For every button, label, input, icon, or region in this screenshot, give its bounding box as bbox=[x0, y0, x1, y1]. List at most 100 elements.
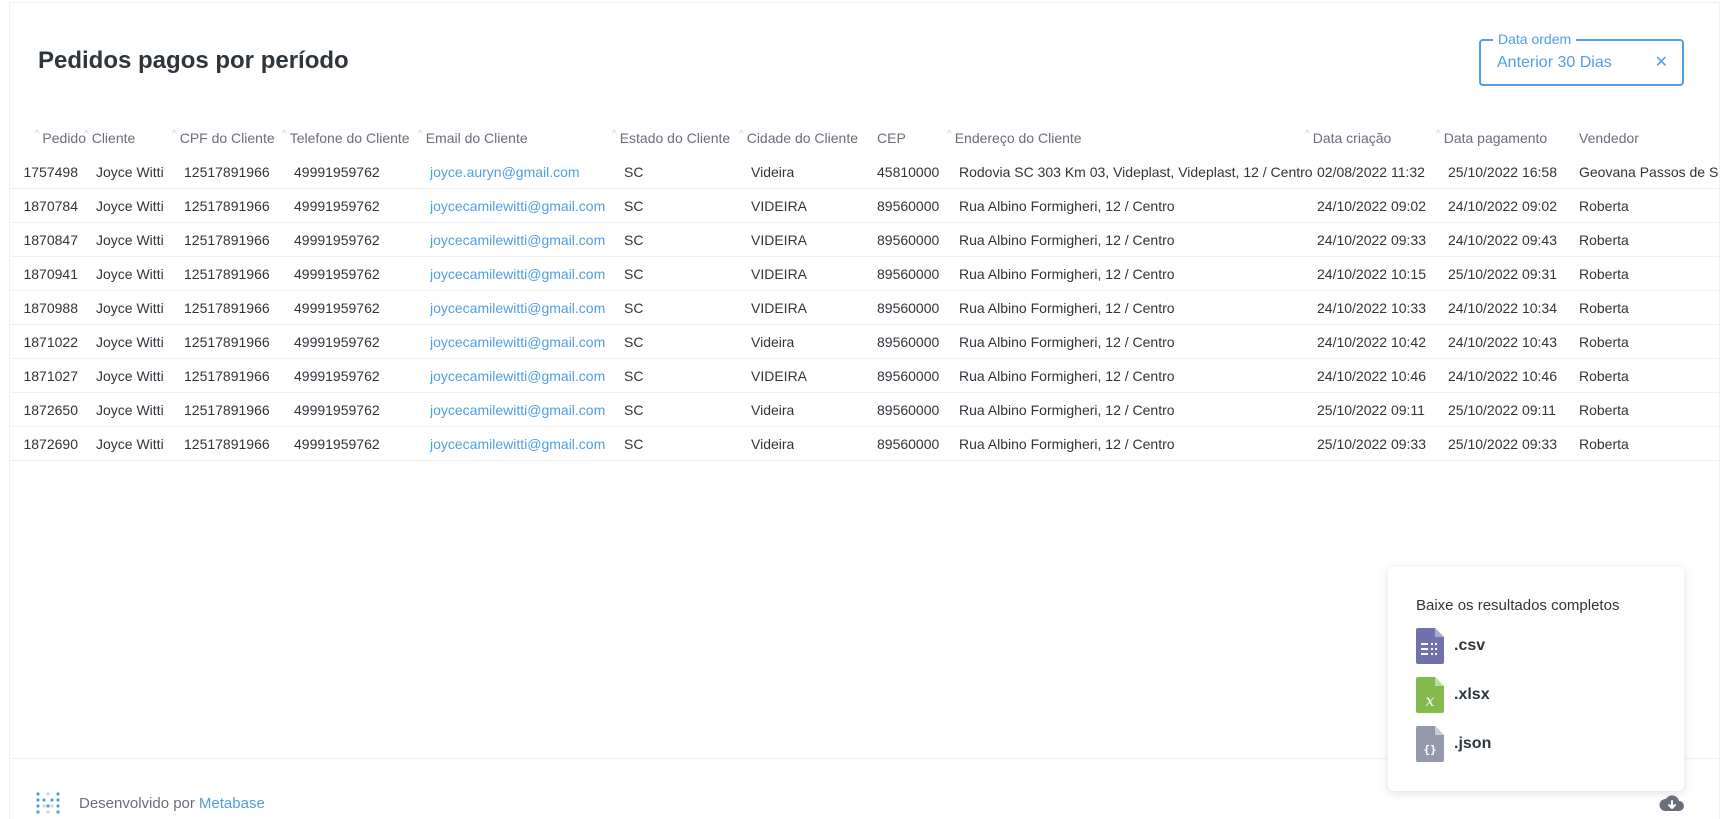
cell-email[interactable]: joycecamilewitti@gmail.com bbox=[430, 359, 605, 393]
cell-cep: 89560000 bbox=[877, 300, 940, 316]
sort-caret-icon[interactable]: ^ bbox=[947, 127, 952, 143]
cell-estado: SC bbox=[624, 266, 644, 282]
cell-vendedor: Roberta bbox=[1579, 198, 1629, 214]
column-label: Data criação bbox=[1312, 130, 1392, 146]
table-row[interactable]: 1757498 Joyce Witti 12517891966 49991959762… bbox=[10, 155, 1719, 189]
cloud-download-icon[interactable] bbox=[1659, 793, 1685, 815]
cell-pedido: 1757498 bbox=[23, 164, 78, 180]
table-row[interactable]: 1872690 Joyce Witti 12517891966 49991959762… bbox=[10, 427, 1719, 461]
cell-email[interactable]: joyce.auryn@gmail.com bbox=[430, 155, 580, 189]
download-json-button[interactable]: {} .json bbox=[1416, 725, 1491, 763]
table-row[interactable]: 1870847 Joyce Witti 12517891966 49991959762… bbox=[10, 223, 1719, 257]
cell-cpf: 12517891966 bbox=[184, 334, 270, 350]
column-header-cliente[interactable]: ^ Cliente bbox=[84, 127, 135, 151]
sort-caret-icon[interactable]: ^ bbox=[1436, 127, 1441, 143]
cell-cpf: 12517891966 bbox=[184, 368, 270, 384]
close-icon[interactable]: ✕ bbox=[1655, 52, 1668, 72]
cell-cep: 89560000 bbox=[877, 266, 940, 282]
cell-pagamento: 24/10/2022 09:43 bbox=[1448, 232, 1557, 248]
cell-email[interactable]: joycecamilewitti@gmail.com bbox=[430, 393, 605, 427]
column-header-pedido[interactable]: ^ Pedido bbox=[18, 127, 86, 151]
table-row[interactable]: 1872650 Joyce Witti 12517891966 49991959762… bbox=[10, 393, 1719, 427]
dashboard-card: Pedidos pagos por período Data ordem Ant… bbox=[9, 2, 1720, 819]
cell-pedido: 1870988 bbox=[23, 300, 78, 316]
cell-telefone: 49991959762 bbox=[294, 164, 380, 180]
download-csv-button[interactable]: .csv bbox=[1416, 627, 1485, 665]
column-header-criacao[interactable]: ^ Data criação bbox=[1305, 127, 1391, 151]
column-header-cpf[interactable]: ^ CPF do Cliente bbox=[172, 127, 275, 151]
cell-email[interactable]: joycecamilewitti@gmail.com bbox=[430, 427, 605, 461]
cell-cep: 89560000 bbox=[877, 198, 940, 214]
download-csv-label: .csv bbox=[1454, 637, 1486, 654]
cell-cidade: VIDEIRA bbox=[751, 300, 808, 316]
cell-cidade: Videira bbox=[751, 402, 795, 418]
column-header-cep[interactable]: CEP bbox=[877, 127, 906, 151]
column-label: CPF do Cliente bbox=[179, 130, 275, 146]
column-label: Pedido bbox=[42, 130, 86, 146]
column-label: Cliente bbox=[91, 130, 136, 146]
csv-file-icon bbox=[1416, 628, 1444, 664]
column-header-estado[interactable]: ^ Estado do Cliente bbox=[612, 127, 730, 151]
sort-caret-icon[interactable]: ^ bbox=[1305, 127, 1310, 143]
sort-caret-icon[interactable]: ^ bbox=[739, 127, 744, 143]
column-header-cidade[interactable]: ^ Cidade do Cliente bbox=[739, 127, 858, 151]
download-xlsx-button[interactable]: x .xlsx bbox=[1416, 676, 1490, 714]
table-row[interactable]: 1871022 Joyce Witti 12517891966 49991959762… bbox=[10, 325, 1719, 359]
sort-caret-icon[interactable]: ^ bbox=[418, 127, 423, 143]
cell-criacao: 02/08/2022 11:32 bbox=[1317, 164, 1425, 180]
cell-pedido: 1870941 bbox=[23, 266, 78, 282]
cell-vendedor: Roberta bbox=[1579, 402, 1629, 418]
cell-pagamento: 25/10/2022 09:11 bbox=[1448, 402, 1556, 418]
cell-vendedor: Geovana Passos de Sou bbox=[1579, 164, 1719, 180]
footer-prefix: Desenvolvido por bbox=[79, 794, 195, 812]
column-label: Email do Cliente bbox=[425, 130, 528, 146]
table-row[interactable]: 1870941 Joyce Witti 12517891966 49991959762… bbox=[10, 257, 1719, 291]
cell-telefone: 49991959762 bbox=[294, 402, 380, 418]
cell-telefone: 49991959762 bbox=[294, 334, 380, 350]
table-row[interactable]: 1870988 Joyce Witti 12517891966 49991959762… bbox=[10, 291, 1719, 325]
cell-vendedor: Roberta bbox=[1579, 300, 1629, 316]
cell-cpf: 12517891966 bbox=[184, 198, 270, 214]
sort-caret-icon[interactable]: ^ bbox=[84, 127, 89, 143]
cell-cep: 45810000 bbox=[877, 164, 940, 180]
table-row[interactable]: 1871027 Joyce Witti 12517891966 49991959762… bbox=[10, 359, 1719, 393]
cell-email[interactable]: joycecamilewitti@gmail.com bbox=[430, 223, 605, 257]
cell-endereco: Rodovia SC 303 Km 03, Videplast, Videpla… bbox=[959, 164, 1313, 180]
cell-cliente: Joyce Witti bbox=[96, 232, 164, 248]
sort-caret-icon[interactable]: ^ bbox=[35, 127, 40, 143]
column-header-endereco[interactable]: ^ Endereço do Cliente bbox=[947, 127, 1082, 151]
cell-pagamento: 24/10/2022 10:34 bbox=[1448, 300, 1557, 316]
cell-cidade: Videira bbox=[751, 436, 795, 452]
cell-pagamento: 25/10/2022 16:58 bbox=[1448, 164, 1557, 180]
sort-caret-icon[interactable]: ^ bbox=[612, 127, 617, 143]
table-row[interactable]: 1870784 Joyce Witti 12517891966 49991959762… bbox=[10, 189, 1719, 223]
cell-cliente: Joyce Witti bbox=[96, 368, 164, 384]
cell-pagamento: 24/10/2022 10:43 bbox=[1448, 334, 1557, 350]
column-header-vendedor[interactable]: Vendedor bbox=[1579, 127, 1639, 151]
download-title: Baixe os resultados completos bbox=[1416, 597, 1620, 614]
cell-criacao: 25/10/2022 09:11 bbox=[1317, 402, 1425, 418]
svg-text:x: x bbox=[1425, 691, 1434, 710]
cell-email[interactable]: joycecamilewitti@gmail.com bbox=[430, 291, 605, 325]
download-xlsx-label: .xlsx bbox=[1454, 686, 1490, 703]
cell-cidade: VIDEIRA bbox=[751, 368, 808, 384]
filter-value[interactable]: Anterior 30 Dias bbox=[1497, 54, 1612, 72]
download-popover: Baixe os resultados completos .csv x .xl… bbox=[1388, 567, 1684, 791]
cell-cep: 89560000 bbox=[877, 334, 940, 350]
cell-email[interactable]: joycecamilewitti@gmail.com bbox=[430, 325, 605, 359]
metabase-link[interactable]: Metabase bbox=[199, 795, 265, 812]
date-filter-widget[interactable]: Data ordem Anterior 30 Dias ✕ bbox=[1479, 31, 1684, 86]
cell-pedido: 1871022 bbox=[23, 334, 78, 350]
cell-cliente: Joyce Witti bbox=[96, 334, 164, 350]
cell-email[interactable]: joycecamilewitti@gmail.com bbox=[430, 257, 605, 291]
cell-email[interactable]: joycecamilewitti@gmail.com bbox=[430, 189, 605, 223]
sort-caret-icon[interactable]: ^ bbox=[282, 127, 287, 143]
column-header-pagamento[interactable]: ^ Data pagamento bbox=[1436, 127, 1547, 151]
sort-caret-icon[interactable]: ^ bbox=[172, 127, 177, 143]
cell-estado: SC bbox=[624, 334, 644, 350]
column-header-email[interactable]: ^ Email do Cliente bbox=[418, 127, 528, 151]
column-header-telefone[interactable]: ^ Telefone do Cliente bbox=[282, 127, 410, 151]
cell-cliente: Joyce Witti bbox=[96, 300, 164, 316]
metabase-logo-icon bbox=[36, 792, 60, 814]
cell-criacao: 24/10/2022 10:42 bbox=[1317, 334, 1426, 350]
